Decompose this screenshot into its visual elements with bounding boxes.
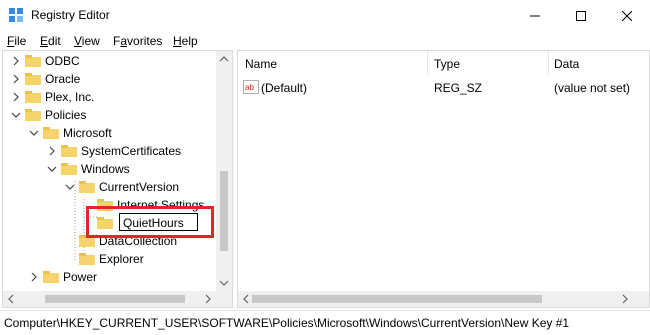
tree-item-label: Plex, Inc.: [45, 90, 95, 104]
values-list-pane[interactable]: Name Type Data ab (Default) REG_SZ (valu…: [237, 50, 650, 308]
menu-file-label: ile: [14, 34, 27, 48]
column-divider[interactable]: [427, 51, 428, 75]
minimize-icon: [530, 15, 540, 16]
column-header-type[interactable]: Type: [434, 57, 460, 71]
list-horizontal-scroll-thumb[interactable]: [252, 295, 542, 303]
menu-view-label: iew: [81, 34, 100, 48]
tree-item-label: Power: [63, 270, 98, 284]
svg-text:ab: ab: [245, 83, 254, 92]
tree-item-plex[interactable]: Plex, Inc.: [11, 88, 94, 106]
tree-item-label: Microsoft: [63, 126, 112, 140]
folder-icon: [79, 181, 95, 193]
tree-item-currentversion[interactable]: CurrentVersion: [65, 178, 179, 196]
scrollbar-corner: [216, 291, 232, 307]
tree-item-label: SystemCertificates: [81, 144, 182, 158]
minimize-button[interactable]: [512, 0, 558, 31]
title-bar: Registry Editor: [0, 0, 650, 31]
tree-item-label: Explorer: [99, 252, 144, 266]
chevron-right-icon[interactable]: [47, 146, 57, 156]
tree-vertical-scrollbar[interactable]: [216, 51, 232, 291]
list-horizontal-scrollbar[interactable]: [238, 291, 633, 307]
column-header-data[interactable]: Data: [554, 57, 579, 71]
chevron-down-icon[interactable]: [47, 164, 57, 174]
chevron-down-icon[interactable]: [65, 182, 75, 192]
value-data: (value not set): [554, 81, 631, 95]
scrollbar-corner: [633, 291, 649, 307]
key-tree-pane[interactable]: ODBC Oracle Plex, Inc. Policies Microsof…: [2, 50, 233, 308]
folder-icon: [79, 253, 95, 265]
chevron-right-icon[interactable]: [29, 272, 39, 282]
scroll-up-icon[interactable]: [219, 54, 229, 64]
chevron-down-icon[interactable]: [11, 110, 21, 120]
tree-item-windows[interactable]: Windows: [47, 160, 130, 178]
chevron-right-icon[interactable]: [11, 56, 21, 66]
folder-icon: [43, 127, 59, 139]
column-divider[interactable]: [548, 51, 549, 75]
scroll-right-icon[interactable]: [620, 294, 630, 304]
tree-item-microsoft[interactable]: Microsoft: [29, 124, 112, 142]
scroll-left-icon[interactable]: [241, 294, 251, 304]
menu-favorites-label: vorites: [127, 34, 163, 48]
tree-item-label: Policies: [45, 108, 87, 122]
value-type: REG_SZ: [434, 81, 483, 95]
scroll-left-icon[interactable]: [6, 294, 16, 304]
menu-help-label: elp: [181, 34, 198, 48]
tree-horizontal-scrollbar[interactable]: [3, 291, 216, 307]
tree-item-label: CurrentVersion: [99, 180, 180, 194]
chevron-right-icon[interactable]: [11, 74, 21, 84]
menu-bar: File Edit View Favorites Help: [0, 31, 650, 51]
folder-icon: [25, 109, 41, 121]
tree-item-label: Windows: [81, 162, 130, 176]
string-value-icon: ab: [243, 80, 259, 94]
registry-editor-icon: [9, 8, 23, 22]
menu-view[interactable]: View: [74, 34, 100, 48]
key-path: Computer\HKEY_CURRENT_USER\SOFTWARE\Poli…: [4, 316, 570, 330]
scroll-right-icon[interactable]: [203, 294, 213, 304]
tree-item-power[interactable]: Power: [29, 268, 97, 286]
tree-vertical-scroll-thumb[interactable]: [220, 171, 228, 251]
chevron-down-icon[interactable]: [29, 128, 39, 138]
menu-favorites[interactable]: Favorites: [113, 34, 162, 48]
tree-item-systemcertificates[interactable]: SystemCertificates: [47, 142, 181, 160]
tree-item-odbc[interactable]: ODBC: [11, 52, 80, 70]
chevron-right-icon[interactable]: [11, 92, 21, 102]
menu-file[interactable]: File: [7, 34, 26, 48]
menu-edit-label: dit: [48, 34, 61, 48]
menu-view-mnemonic: V: [74, 34, 82, 48]
value-name: (Default): [261, 81, 308, 95]
folder-icon: [43, 271, 59, 283]
maximize-button[interactable]: [558, 0, 604, 31]
menu-help-mnemonic: H: [173, 34, 182, 48]
folder-icon: [61, 163, 77, 175]
folder-icon: [25, 73, 41, 85]
column-header-name[interactable]: Name: [245, 57, 277, 71]
tree-horizontal-scroll-thumb[interactable]: [45, 295, 185, 303]
tree-item-oracle[interactable]: Oracle: [11, 70, 80, 88]
close-icon: [622, 10, 632, 21]
menu-edit-mnemonic: E: [40, 34, 49, 48]
tree-item-label: ODBC: [45, 54, 80, 68]
maximize-icon: [576, 10, 586, 21]
tree-item-policies[interactable]: Policies: [11, 106, 86, 124]
tree-item-label: Oracle: [45, 72, 81, 86]
window-title: Registry Editor: [31, 8, 110, 22]
close-button[interactable]: [604, 0, 650, 31]
folder-icon: [25, 55, 41, 67]
scroll-down-icon[interactable]: [219, 278, 229, 288]
status-bar: Computer\HKEY_CURRENT_USER\SOFTWARE\Poli…: [0, 310, 650, 335]
folder-icon: [61, 145, 77, 157]
menu-edit[interactable]: Edit: [40, 34, 61, 48]
tree-item-explorer[interactable]: Explorer: [75, 250, 144, 268]
annotation-highlight-box: [86, 206, 214, 238]
menu-help[interactable]: Help: [173, 34, 198, 48]
folder-icon: [25, 91, 41, 103]
